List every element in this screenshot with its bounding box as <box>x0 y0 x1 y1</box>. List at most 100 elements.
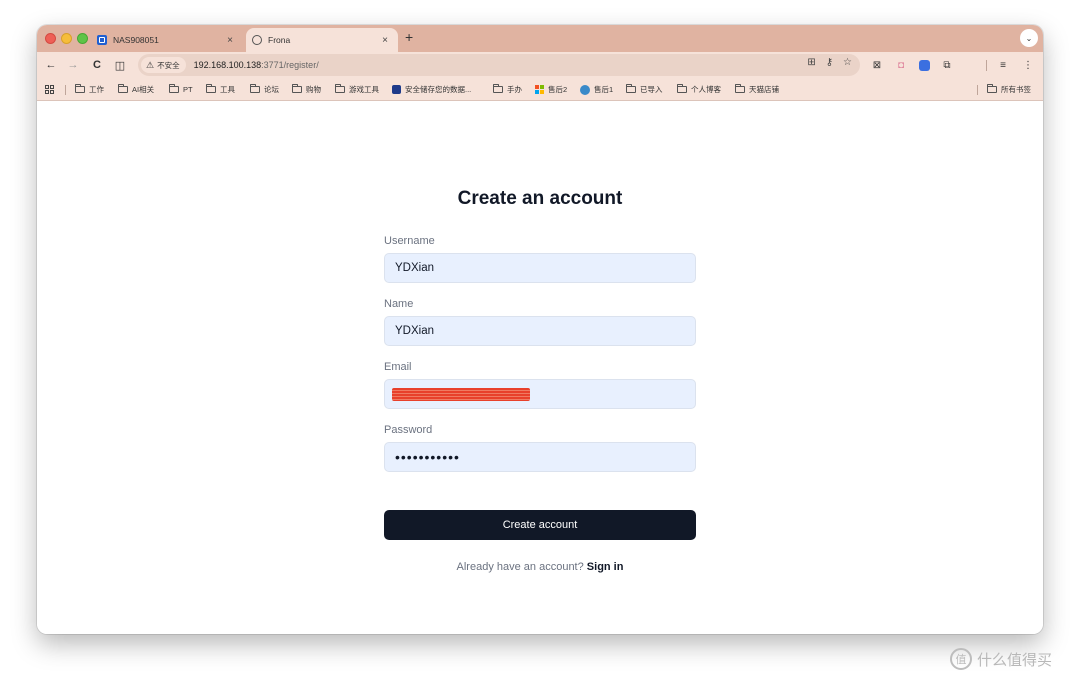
menu-icon[interactable]: ⋮ <box>1020 57 1036 73</box>
watermark-text: 什么值得买 <box>977 650 1053 669</box>
bookmark-item[interactable]: 安全储存您的数据... <box>392 82 471 97</box>
toolbar-divider <box>986 60 987 71</box>
url-text[interactable]: 192.168.100.138:3771/register/ <box>194 60 319 70</box>
watermark: 值 什么值得买 <box>950 648 1052 670</box>
folder-icon <box>206 84 216 93</box>
folder-icon <box>987 84 997 93</box>
bookmark-item[interactable]: 手办 <box>493 82 522 97</box>
bookmarks-bar: 工作 AI相关 PT 工具 论坛 购物 游戏工具 安全储存您的数据... 手办 … <box>37 78 1043 101</box>
folder-icon <box>292 84 302 93</box>
bookmark-label: 手办 <box>507 85 522 94</box>
key-icon[interactable]: ⚷ <box>826 57 833 68</box>
tab-frona[interactable]: Frona × <box>246 28 398 52</box>
bookmark-item[interactable]: 已导入 <box>626 82 663 97</box>
bookmark-item[interactable]: 购物 <box>292 82 321 97</box>
all-bookmarks-label: 所有书签 <box>1001 85 1031 94</box>
page-title: Create an account <box>457 188 623 209</box>
avatar[interactable] <box>997 57 1013 73</box>
address-bar-actions: ⊞ ⚷ ☆ <box>807 57 852 68</box>
bookmark-label: 工具 <box>220 85 235 94</box>
watermark-logo-icon: 值 <box>950 648 972 670</box>
bookmark-label: 购物 <box>306 85 321 94</box>
forward-button[interactable]: → <box>64 56 82 74</box>
microsoft-icon <box>535 85 544 94</box>
bookmark-item[interactable]: AI相关 <box>118 82 154 97</box>
bookmark-item[interactable]: 售后2 <box>535 82 567 97</box>
extension-icon[interactable]: ⊠ <box>869 57 885 73</box>
bookmark-label: 天猫店铺 <box>749 85 779 94</box>
bookmark-item[interactable]: 游戏工具 <box>335 82 379 97</box>
bookmarks-divider <box>977 85 978 95</box>
tab-title: Frona <box>268 35 291 45</box>
register-page: Create an account Username YDXian Name Y… <box>37 102 1043 634</box>
email-label: Email <box>384 361 412 373</box>
bookmark-label: AI相关 <box>132 85 155 94</box>
close-window-button[interactable] <box>45 33 56 44</box>
folder-icon <box>118 84 128 93</box>
apps-button[interactable] <box>45 82 54 97</box>
address-bar[interactable]: ⚠ 不安全 192.168.100.138:3771/register/ ⊞ ⚷… <box>138 54 860 76</box>
sidebar-toggle-button[interactable]: ◫ <box>111 56 129 74</box>
bookmark-item[interactable]: PT <box>169 82 193 97</box>
browser-window: NAS908051 × Frona × + ⌄ ← → C ◫ ⚠ 不安全 19… <box>37 25 1043 634</box>
bookmarks-divider <box>65 85 66 95</box>
bookmark-item[interactable]: 个人博客 <box>677 82 721 97</box>
security-chip[interactable]: ⚠ 不安全 <box>141 57 186 73</box>
browser-toolbar: ← → C ◫ ⚠ 不安全 192.168.100.138:3771/regis… <box>37 52 1043 78</box>
puzzle-icon[interactable]: ⧉ <box>939 57 955 73</box>
create-account-button[interactable]: Create account <box>384 510 696 540</box>
sign-in-link[interactable]: Sign in <box>587 561 624 573</box>
tab-search-button[interactable]: ⌄ <box>1020 29 1038 47</box>
url-host: 192.168.100.138 <box>193 60 262 70</box>
bookmark-label: PT <box>183 85 193 94</box>
bookmark-item[interactable]: 售后1 <box>580 82 613 97</box>
extension-icon[interactable] <box>916 57 932 73</box>
all-bookmarks-button[interactable]: 所有书签 <box>987 82 1031 97</box>
sign-in-prompt-text: Already have an account? <box>456 561 584 573</box>
name-input[interactable]: YDXian <box>384 316 696 346</box>
bookmark-item[interactable]: 天猫店铺 <box>735 82 779 97</box>
new-tab-button[interactable]: + <box>405 29 413 45</box>
folder-icon <box>626 84 636 93</box>
apps-icon <box>45 85 54 94</box>
bookmark-label: 安全储存您的数据... <box>405 85 472 94</box>
redaction-mark <box>392 388 530 401</box>
extension-icon[interactable]: ◘ <box>893 57 909 73</box>
site-icon <box>392 85 401 94</box>
translate-icon[interactable]: ⊞ <box>807 57 815 68</box>
folder-icon <box>677 84 687 93</box>
folder-icon <box>169 84 179 93</box>
email-input[interactable] <box>384 379 696 409</box>
reload-button[interactable]: C <box>88 56 106 74</box>
sign-in-prompt: Already have an account? Sign in <box>37 561 1043 573</box>
minimize-window-button[interactable] <box>61 33 72 44</box>
bookmark-label: 售后2 <box>548 85 568 94</box>
folder-icon <box>735 84 745 93</box>
name-label: Name <box>384 298 414 310</box>
bookmark-item[interactable]: 工具 <box>206 82 235 97</box>
password-label: Password <box>384 424 433 436</box>
star-icon[interactable]: ☆ <box>843 57 852 68</box>
folder-icon <box>75 84 85 93</box>
back-button[interactable]: ← <box>42 56 60 74</box>
tab-close-icon[interactable]: × <box>223 35 237 46</box>
security-label: 不安全 <box>157 60 180 70</box>
bookmark-label: 已导入 <box>640 85 663 94</box>
tab-nas[interactable]: NAS908051 × <box>93 28 243 52</box>
bookmark-item[interactable]: 工作 <box>75 82 104 97</box>
tab-strip: NAS908051 × Frona × + ⌄ <box>37 25 1043 52</box>
maximize-window-button[interactable] <box>77 33 88 44</box>
nas-favicon-icon <box>97 35 107 45</box>
bookmark-item[interactable]: 论坛 <box>250 82 279 97</box>
url-path: :3771/register/ <box>261 60 319 70</box>
password-input[interactable]: ••••••••••• <box>384 442 696 472</box>
tab-close-icon[interactable]: × <box>378 35 392 46</box>
tab-title: NAS908051 <box>113 35 159 45</box>
warning-icon: ⚠ <box>146 59 155 70</box>
username-input[interactable]: YDXian <box>384 253 696 283</box>
globe-favicon-icon <box>252 35 262 45</box>
bookmark-label: 个人博客 <box>691 85 721 94</box>
bookmark-label: 售后1 <box>594 85 614 94</box>
bookmark-label: 游戏工具 <box>349 85 379 94</box>
folder-icon <box>335 84 345 93</box>
